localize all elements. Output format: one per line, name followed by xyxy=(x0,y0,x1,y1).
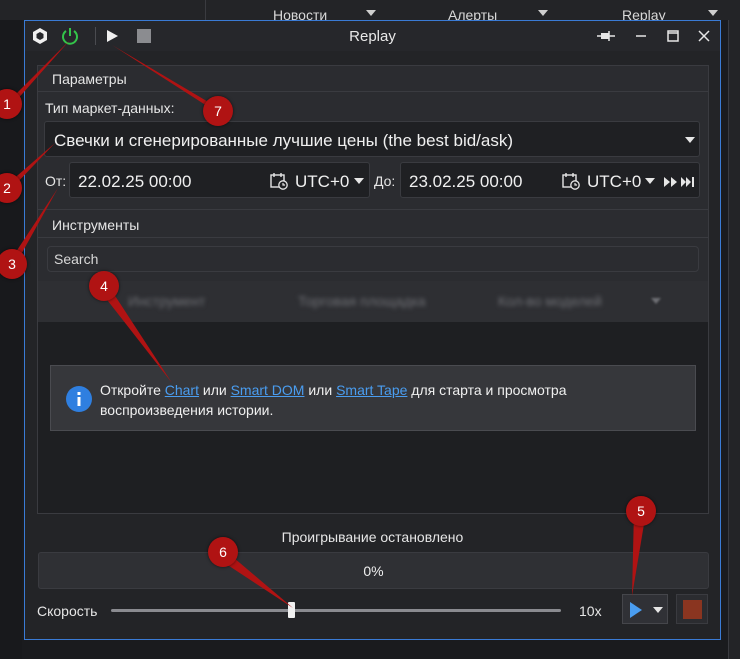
parameters-title: Параметры xyxy=(52,71,127,87)
to-date-field[interactable]: 23.02.25 00:00 UTC+0 xyxy=(400,162,700,198)
play-icon[interactable] xyxy=(629,601,643,622)
playback-status: Проигрывание остановлено xyxy=(281,529,464,545)
chevron-down-icon[interactable] xyxy=(538,10,548,16)
speed-value: 10x xyxy=(579,603,602,619)
annotation-marker-4: 4 xyxy=(89,271,119,301)
chevron-down-icon[interactable] xyxy=(685,137,695,143)
info-text-part: или xyxy=(198,382,231,398)
from-label: От: xyxy=(45,173,67,189)
chevron-down-icon[interactable] xyxy=(708,10,718,16)
menu-item-alerts[interactable]: Алерты xyxy=(448,7,497,20)
market-data-label: Тип маркет-данных: xyxy=(45,100,175,116)
column-header-models-count[interactable]: Кол-во моделей xyxy=(498,293,602,309)
info-message: Откройте Chart или Smart DOM или Smart T… xyxy=(50,365,696,431)
menu-separator xyxy=(205,0,206,20)
info-text-part: Откройте xyxy=(100,382,165,398)
stop-button[interactable] xyxy=(676,594,708,624)
smart-tape-link[interactable]: Smart Tape xyxy=(336,382,407,398)
column-header-instrument[interactable]: Инструмент xyxy=(128,293,205,309)
background-right-panel xyxy=(728,20,740,659)
calendar-clock-icon[interactable] xyxy=(270,172,288,193)
from-date-value: 22.02.25 00:00 xyxy=(78,172,192,191)
to-label: До: xyxy=(374,173,396,189)
column-header-exchange[interactable]: Торговая площадка xyxy=(298,293,426,309)
stop-icon xyxy=(682,599,702,619)
chevron-down-icon[interactable] xyxy=(354,178,364,184)
menu-item-news[interactable]: Новости xyxy=(273,7,327,20)
speed-slider-track[interactable] xyxy=(111,609,561,612)
info-icon xyxy=(66,386,92,415)
calendar-clock-icon[interactable] xyxy=(562,172,580,193)
progress-bar: 0% xyxy=(38,552,709,589)
background-menu-bar: Новости Алерты Replay xyxy=(0,0,740,20)
from-timezone[interactable]: UTC+0 xyxy=(295,172,349,192)
annotation-marker-5: 5 xyxy=(626,496,656,526)
progress-text: 0% xyxy=(363,563,384,579)
chart-link[interactable]: Chart xyxy=(165,382,199,398)
window-titlebar: Replay xyxy=(25,21,720,51)
smart-dom-link[interactable]: Smart DOM xyxy=(231,382,305,398)
chevron-down-icon[interactable] xyxy=(645,178,655,184)
info-text: Откройте Chart или Smart DOM или Smart T… xyxy=(100,380,660,420)
skip-to-end-icon[interactable] xyxy=(681,175,695,191)
to-timezone[interactable]: UTC+0 xyxy=(587,172,641,192)
pin-icon[interactable] xyxy=(595,25,617,47)
annotation-marker-3: 3 xyxy=(0,249,27,279)
parameters-header xyxy=(38,66,708,92)
minimize-icon[interactable] xyxy=(630,25,652,47)
market-data-select[interactable]: Свечки и сгенерированные лучшие цены (th… xyxy=(44,121,700,157)
menu-item-replay[interactable]: Replay xyxy=(622,7,666,20)
info-text-part: или xyxy=(304,382,337,398)
chevron-down-icon[interactable] xyxy=(366,10,376,16)
replay-window: Replay Параметры Тип маркет-данных: Свеч… xyxy=(24,20,721,640)
play-button-group[interactable] xyxy=(622,594,668,624)
to-date-value: 23.02.25 00:00 xyxy=(409,172,523,191)
chevron-down-icon[interactable] xyxy=(653,607,663,613)
annotation-marker-6: 6 xyxy=(208,537,238,567)
instruments-table-header: Инструмент Торговая площадка Кол-во моде… xyxy=(38,281,708,322)
maximize-icon[interactable] xyxy=(662,25,684,47)
close-icon[interactable] xyxy=(693,25,715,47)
fast-forward-icon[interactable] xyxy=(664,175,678,191)
annotation-marker-7: 7 xyxy=(203,96,233,126)
instruments-title: Инструменты xyxy=(52,217,140,233)
from-date-field[interactable]: 22.02.25 00:00 UTC+0 xyxy=(69,162,370,198)
search-input[interactable] xyxy=(47,246,699,272)
speed-slider-thumb[interactable] xyxy=(288,602,295,618)
market-data-value: Свечки и сгенерированные лучшие цены (th… xyxy=(54,131,514,150)
chevron-down-icon[interactable] xyxy=(651,298,661,304)
speed-label: Скорость xyxy=(37,603,98,619)
